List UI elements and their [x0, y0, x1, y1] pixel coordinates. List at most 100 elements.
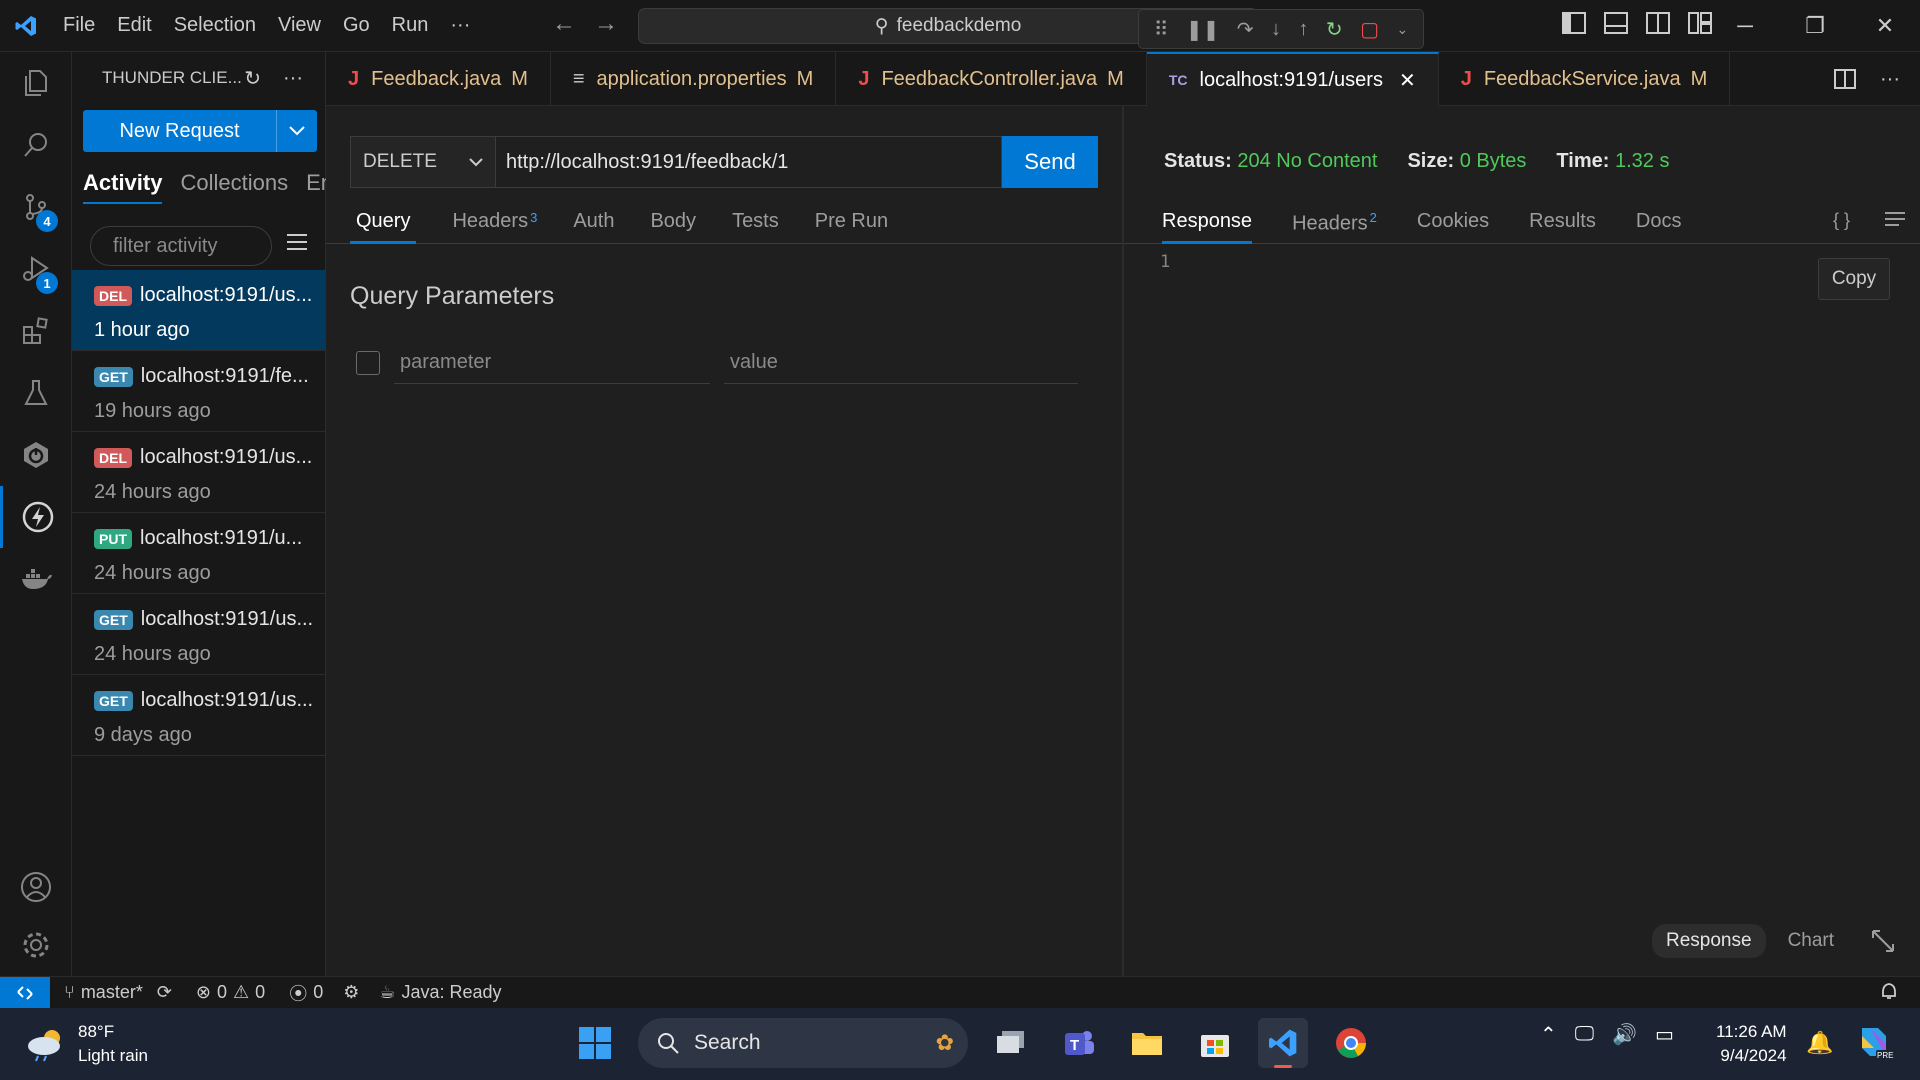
- tab-response-headers[interactable]: Headers 2: [1292, 202, 1377, 244]
- system-clock[interactable]: 11:26 AM 9/4/2024: [1716, 1020, 1787, 1068]
- microsoft-store-icon[interactable]: [1190, 1018, 1240, 1068]
- tab-feedback-java[interactable]: J Feedback.java M: [326, 52, 551, 106]
- tab-response[interactable]: Response: [1162, 202, 1253, 244]
- step-over-icon[interactable]: ↷: [1237, 17, 1254, 42]
- activity-item[interactable]: DEL localhost:9191/us... 24 hours ago: [72, 432, 326, 513]
- spring-boot-icon[interactable]: [0, 424, 72, 486]
- tab-pre-run[interactable]: Pre Run: [815, 202, 888, 244]
- tab-application-properties[interactable]: ≡ application.properties M: [551, 52, 837, 106]
- json-braces-icon[interactable]: { }: [1833, 210, 1850, 231]
- step-out-icon[interactable]: ↑: [1298, 18, 1308, 41]
- tab-collections[interactable]: Collections: [180, 170, 288, 204]
- restore-icon[interactable]: ❐: [1780, 0, 1850, 52]
- battery-icon[interactable]: ▭: [1655, 1022, 1674, 1047]
- menu-go[interactable]: Go: [332, 14, 381, 37]
- more-actions-icon[interactable]: ···: [283, 67, 303, 90]
- parameter-input[interactable]: parameter: [394, 342, 710, 384]
- weather-widget[interactable]: 88°F Light rain: [26, 1020, 148, 1068]
- stop-icon[interactable]: ▢: [1360, 17, 1379, 42]
- java-status[interactable]: ☕ Java: Ready: [379, 982, 501, 1003]
- toggle-secondary-sidebar-icon[interactable]: [1646, 12, 1670, 34]
- search-view-icon[interactable]: [0, 114, 72, 176]
- tab-activity[interactable]: Activity: [83, 170, 163, 204]
- close-tab-icon[interactable]: ✕: [1399, 68, 1416, 93]
- notifications-bell-icon[interactable]: [1880, 982, 1898, 1007]
- activity-item[interactable]: DEL localhost:9191/us... 1 hour ago: [72, 270, 326, 351]
- expand-icon[interactable]: [1870, 928, 1896, 954]
- vscode-logo-icon[interactable]: [0, 0, 52, 52]
- task-view-icon[interactable]: [986, 1018, 1036, 1068]
- docker-icon[interactable]: [0, 548, 72, 610]
- thunder-client-icon[interactable]: [0, 486, 72, 548]
- copilot-icon[interactable]: PRE: [1854, 1022, 1894, 1068]
- filter-activity-input[interactable]: filter activity: [90, 226, 272, 266]
- problems-indicator[interactable]: ⊗ 0 ⚠ 0: [196, 982, 265, 1003]
- toggle-sidebar-icon[interactable]: [1562, 12, 1586, 34]
- restart-icon[interactable]: ↻: [1326, 17, 1343, 42]
- view-chart-button[interactable]: Chart: [1788, 930, 1834, 952]
- activity-item[interactable]: PUT localhost:9191/u... 24 hours ago: [72, 513, 326, 594]
- remote-indicator-icon[interactable]: [0, 976, 50, 1009]
- filter-menu-icon[interactable]: [286, 232, 308, 258]
- activity-item[interactable]: GET localhost:9191/fe... 19 hours ago: [72, 351, 326, 432]
- tab-auth[interactable]: Auth: [573, 202, 614, 244]
- new-request-label[interactable]: New Request: [83, 110, 277, 152]
- tab-results[interactable]: Results: [1529, 202, 1596, 244]
- file-explorer-icon[interactable]: [1122, 1018, 1172, 1068]
- tab-tests[interactable]: Tests: [732, 202, 779, 244]
- customize-layout-icon[interactable]: [1688, 12, 1712, 34]
- forward-arrow-icon[interactable]: →: [594, 10, 618, 38]
- tab-feedback-controller[interactable]: J FeedbackController.java M: [836, 52, 1147, 106]
- teams-icon[interactable]: T: [1054, 1018, 1104, 1068]
- menu-lines-icon[interactable]: [1884, 210, 1906, 228]
- ports-indicator[interactable]: ⦿ 0: [289, 980, 323, 1006]
- source-control-icon[interactable]: 4: [0, 176, 72, 238]
- activity-item[interactable]: GET localhost:9191/us... 24 hours ago: [72, 594, 326, 675]
- menu-view[interactable]: View: [267, 14, 332, 37]
- extensions-icon[interactable]: [0, 300, 72, 362]
- testing-flask-icon[interactable]: [0, 362, 72, 424]
- toggle-panel-icon[interactable]: [1604, 12, 1628, 34]
- editor-more-icon[interactable]: ···: [1880, 68, 1900, 91]
- explorer-icon[interactable]: [0, 52, 72, 114]
- tab-feedback-service[interactable]: J FeedbackService.java M: [1439, 52, 1731, 106]
- taskbar-search[interactable]: Search ✿: [638, 1018, 968, 1068]
- pause-icon[interactable]: ❚❚: [1186, 17, 1220, 42]
- windows-start-icon[interactable]: [570, 1018, 620, 1068]
- drag-handle-icon[interactable]: ⠿: [1154, 17, 1169, 42]
- tab-headers[interactable]: Headers 3: [452, 202, 537, 244]
- chevron-down-icon[interactable]: [277, 110, 317, 152]
- volume-icon[interactable]: 🔊: [1612, 1022, 1637, 1047]
- debug-launch-indicator[interactable]: ⚙: [343, 982, 359, 1003]
- send-button[interactable]: Send: [1002, 136, 1098, 188]
- menu-run[interactable]: Run: [381, 14, 440, 37]
- tab-body[interactable]: Body: [650, 202, 696, 244]
- value-input[interactable]: value: [724, 342, 1078, 384]
- chrome-icon[interactable]: [1326, 1018, 1376, 1068]
- notification-bell-icon[interactable]: 🔔: [1806, 1030, 1833, 1056]
- tab-cookies[interactable]: Cookies: [1417, 202, 1489, 244]
- branch-indicator[interactable]: ⑂ master* ⟳: [64, 982, 172, 1003]
- param-enabled-checkbox[interactable]: [356, 351, 380, 375]
- menu-more[interactable]: ···: [439, 14, 481, 37]
- close-window-icon[interactable]: ✕: [1850, 0, 1920, 52]
- menu-edit[interactable]: Edit: [106, 14, 162, 37]
- chevron-down-icon[interactable]: ⌄: [1397, 21, 1409, 38]
- settings-gear-icon[interactable]: [0, 914, 72, 976]
- view-response-button[interactable]: Response: [1652, 924, 1766, 958]
- menu-file[interactable]: File: [52, 14, 106, 37]
- activity-item[interactable]: GET localhost:9191/us... 9 days ago: [72, 675, 326, 756]
- tab-query[interactable]: Query: [350, 202, 417, 244]
- vscode-taskbar-icon[interactable]: [1258, 1018, 1308, 1068]
- url-input[interactable]: http://localhost:9191/feedback/1: [496, 136, 1002, 188]
- tab-docs[interactable]: Docs: [1636, 202, 1682, 244]
- step-into-icon[interactable]: ↓: [1271, 18, 1281, 41]
- accounts-icon[interactable]: [0, 856, 72, 918]
- refresh-icon[interactable]: ↻: [244, 66, 261, 91]
- minimize-icon[interactable]: ─: [1710, 0, 1780, 52]
- copy-button[interactable]: Copy: [1818, 258, 1890, 300]
- back-arrow-icon[interactable]: ←: [552, 10, 576, 38]
- tab-thunder-request[interactable]: TC localhost:9191/users ✕: [1146, 52, 1439, 106]
- new-request-button[interactable]: New Request: [83, 110, 317, 152]
- run-debug-icon[interactable]: 1: [0, 238, 72, 300]
